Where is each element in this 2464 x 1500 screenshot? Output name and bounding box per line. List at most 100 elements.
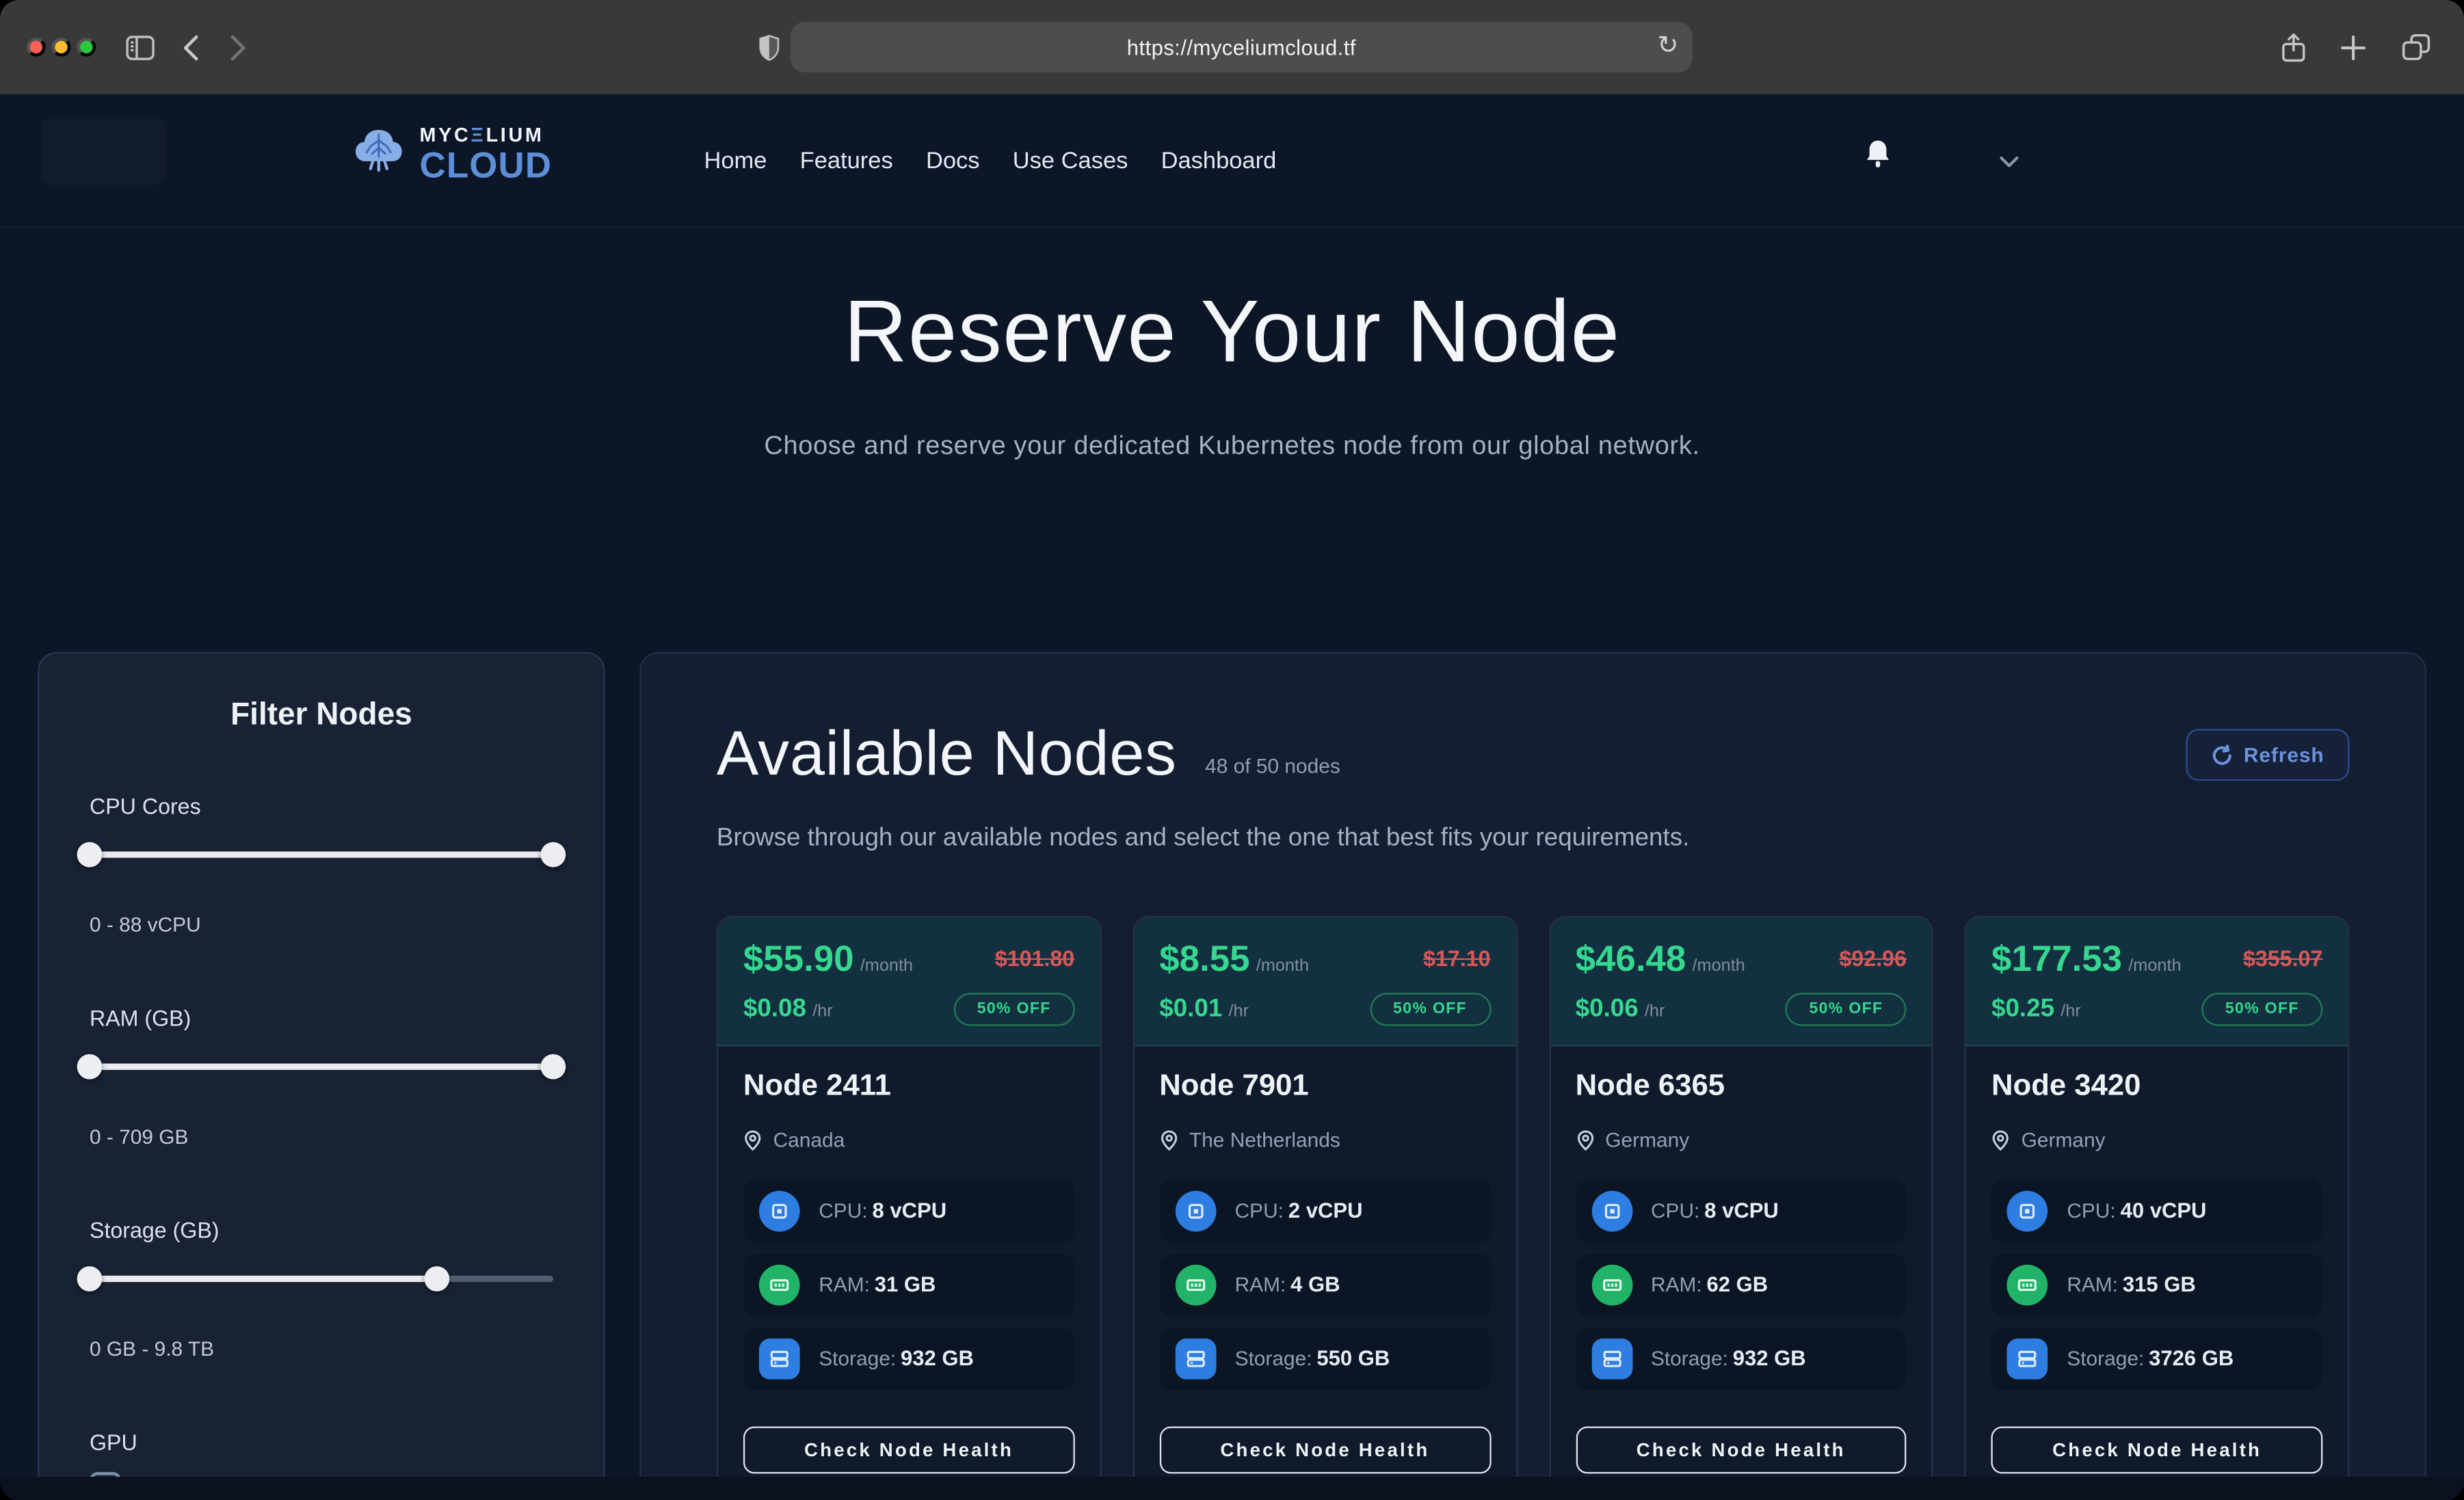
mycelium-cloud-logo-icon bbox=[349, 121, 408, 189]
url-text: https://myceliumcloud.tf bbox=[1127, 36, 1356, 59]
node-cards-row: $55.90/month $101.80 $0.08/hr 50% OFF No… bbox=[717, 916, 2350, 1500]
filter-group: Storage (GB) 0 GB - 9.8 TB bbox=[90, 1218, 553, 1361]
browser-toolbar: https://myceliumcloud.tf ↻ bbox=[0, 0, 2464, 94]
node-name: Node 3420 bbox=[1991, 1070, 2322, 1105]
location-pin-icon bbox=[1991, 1129, 2011, 1151]
storage-icon bbox=[1591, 1339, 1632, 1380]
cpu-icon bbox=[759, 1191, 800, 1232]
hourly-price: $0.01 bbox=[1159, 995, 1222, 1022]
new-tab-icon[interactable] bbox=[2329, 0, 2376, 94]
filter-group: RAM (GB) 0 - 709 GB bbox=[90, 1006, 553, 1149]
ram-spec-row: RAM:62 GB bbox=[1576, 1254, 1907, 1317]
original-price: $17.10 bbox=[1423, 946, 1490, 971]
back-icon[interactable] bbox=[170, 0, 211, 94]
slider-fill bbox=[90, 1276, 437, 1282]
original-price: $92.96 bbox=[1840, 946, 1907, 971]
storage-icon bbox=[2007, 1339, 2048, 1380]
range-slider[interactable] bbox=[90, 842, 553, 868]
window-bottom-strip bbox=[0, 1477, 2464, 1500]
check-node-health-button[interactable]: Check Node Health bbox=[1576, 1426, 1907, 1473]
slider-fill bbox=[90, 1064, 553, 1070]
share-icon[interactable] bbox=[2269, 0, 2316, 94]
ram-spec-row: RAM:31 GB bbox=[743, 1254, 1074, 1317]
page-content: MYCΞLIUM CLOUD Home Features Docs Use Cases… bbox=[0, 94, 2464, 1500]
available-nodes-title: Available Nodes bbox=[717, 719, 1177, 790]
node-location: Germany bbox=[2022, 1128, 2106, 1151]
nav-link-features[interactable]: Features bbox=[800, 148, 893, 174]
refresh-icon bbox=[2211, 744, 2233, 766]
slider-handle-min[interactable] bbox=[77, 842, 103, 868]
cpu-spec-row: CPU:2 vCPU bbox=[1159, 1180, 1490, 1243]
nodes-count: 48 of 50 nodes bbox=[1205, 754, 1340, 777]
node-name: Node 7901 bbox=[1159, 1070, 1490, 1105]
brand-logo[interactable]: MYCΞLIUM CLOUD bbox=[349, 121, 552, 189]
storage-spec-row: Storage:3726 GB bbox=[1991, 1328, 2322, 1391]
node-card-price-header: $8.55/month $17.10 $0.01/hr 50% OFF bbox=[1135, 918, 1516, 1046]
node-name: Node 6365 bbox=[1576, 1070, 1907, 1105]
available-nodes-panel: Available Nodes 48 of 50 nodes Refresh B… bbox=[639, 652, 2426, 1500]
traffic-light-zoom[interactable] bbox=[77, 38, 96, 57]
forward-icon[interactable] bbox=[217, 0, 258, 94]
traffic-light-close[interactable] bbox=[27, 38, 46, 57]
slider-handle-max[interactable] bbox=[540, 842, 566, 868]
cpu-spec-row: CPU:40 vCPU bbox=[1991, 1180, 2322, 1243]
address-bar[interactable]: https://myceliumcloud.tf ↻ bbox=[791, 22, 1693, 72]
nav-link-home[interactable]: Home bbox=[704, 148, 767, 174]
nodes-description: Browse through our available nodes and s… bbox=[717, 825, 2350, 853]
original-price: $355.07 bbox=[2243, 946, 2322, 971]
node-card: $46.48/month $92.96 $0.06/hr 50% OFF Nod… bbox=[1549, 916, 1933, 1500]
node-card: $55.90/month $101.80 $0.08/hr 50% OFF No… bbox=[717, 916, 1101, 1500]
ram-spec-row: RAM:4 GB bbox=[1159, 1254, 1490, 1317]
hero-section: Reserve Your Node Choose and reserve you… bbox=[0, 280, 2464, 462]
nav-link-docs[interactable]: Docs bbox=[926, 148, 980, 174]
cpu-spec-row: CPU:8 vCPU bbox=[743, 1180, 1074, 1243]
discount-badge: 50% OFF bbox=[1786, 993, 1907, 1026]
tab-overview-icon[interactable] bbox=[2390, 0, 2441, 94]
reload-icon[interactable]: ↻ bbox=[1657, 30, 1678, 62]
node-location: Germany bbox=[1605, 1128, 1689, 1151]
check-node-health-button[interactable]: Check Node Health bbox=[743, 1426, 1074, 1473]
user-menu-chevron-down-icon[interactable] bbox=[1999, 151, 2019, 174]
node-card: $177.53/month $355.07 $0.25/hr 50% OFF N… bbox=[1965, 916, 2349, 1500]
refresh-button[interactable]: Refresh bbox=[2186, 729, 2349, 781]
ram-spec-row: RAM:315 GB bbox=[1991, 1254, 2322, 1317]
filter-label: CPU Cores bbox=[90, 793, 553, 818]
filter-range-text: 0 - 709 GB bbox=[90, 1125, 553, 1148]
notifications-bell-icon[interactable] bbox=[1864, 138, 1892, 176]
storage-icon bbox=[759, 1339, 800, 1380]
location-pin-icon bbox=[743, 1129, 763, 1151]
cpu-icon bbox=[1175, 1191, 1216, 1232]
cpu-icon bbox=[1591, 1191, 1632, 1232]
check-node-health-button[interactable]: Check Node Health bbox=[1159, 1426, 1490, 1473]
check-node-health-button[interactable]: Check Node Health bbox=[1991, 1426, 2322, 1473]
brand-name-top: MYCΞLIUM bbox=[420, 126, 553, 146]
slider-handle-min[interactable] bbox=[77, 1266, 103, 1291]
storage-spec-row: Storage:932 GB bbox=[743, 1328, 1074, 1391]
node-card-price-header: $46.48/month $92.96 $0.06/hr 50% OFF bbox=[1550, 918, 1932, 1046]
ram-icon bbox=[1591, 1265, 1632, 1306]
nav-link-dashboard[interactable]: Dashboard bbox=[1161, 148, 1277, 174]
slider-handle-min[interactable] bbox=[77, 1054, 103, 1080]
range-slider[interactable] bbox=[90, 1266, 553, 1291]
original-price: $101.80 bbox=[995, 946, 1074, 971]
traffic-light-minimize[interactable] bbox=[52, 38, 71, 57]
monthly-price: $177.53 bbox=[1991, 938, 2122, 979]
slider-fill bbox=[90, 851, 553, 857]
filter-range-text: 0 GB - 9.8 TB bbox=[90, 1337, 553, 1361]
nav-link-use-cases[interactable]: Use Cases bbox=[1013, 148, 1128, 174]
nav-links: Home Features Docs Use Cases Dashboard bbox=[704, 94, 1276, 228]
privacy-shield-icon bbox=[751, 0, 786, 94]
storage-spec-row: Storage:932 GB bbox=[1576, 1328, 1907, 1391]
monthly-price: $55.90 bbox=[743, 938, 854, 979]
discount-badge: 50% OFF bbox=[2201, 993, 2322, 1026]
node-name: Node 2411 bbox=[743, 1070, 1074, 1105]
filter-label: RAM (GB) bbox=[90, 1006, 553, 1031]
hourly-price: $0.25 bbox=[1991, 995, 2054, 1022]
node-card: $8.55/month $17.10 $0.01/hr 50% OFF Node… bbox=[1132, 916, 1517, 1500]
monthly-price: $46.48 bbox=[1576, 938, 1686, 979]
slider-handle-max[interactable] bbox=[425, 1266, 450, 1291]
slider-handle-max[interactable] bbox=[540, 1054, 566, 1080]
monthly-price: $8.55 bbox=[1159, 938, 1249, 979]
sidebar-toggle-icon[interactable] bbox=[113, 0, 166, 94]
range-slider[interactable] bbox=[90, 1054, 553, 1080]
